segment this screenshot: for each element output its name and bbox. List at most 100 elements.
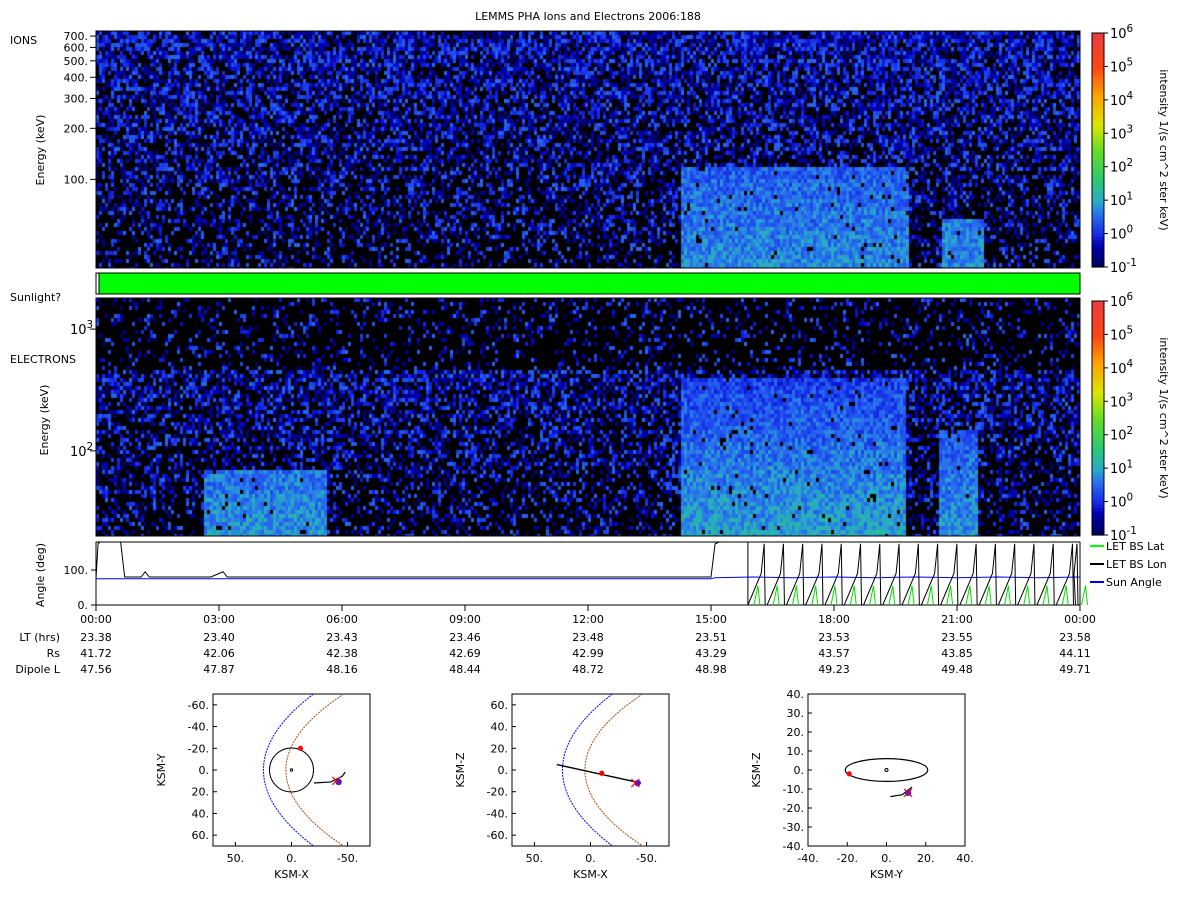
orbit-ytick-label: -60. — [188, 699, 209, 712]
ephem-row-label: Rs — [47, 647, 61, 660]
ion-ytick-label: 200. — [64, 122, 89, 135]
ephem-value: 44.11 — [1059, 647, 1091, 660]
electron-colorbar-tick-label: 106 — [1110, 291, 1133, 310]
legend-label: Sun Angle — [1106, 576, 1162, 589]
ion-spectrogram — [96, 31, 1080, 268]
orbit-xtick-label: -50. — [636, 852, 657, 865]
page-title: LEMMS PHA Ions and Electrons 2006:188 — [475, 10, 701, 23]
time-tick-label: 12:00 — [572, 613, 604, 626]
orbit-xtick-label: 0. — [286, 852, 297, 865]
ion-colorbar-tick-label: 101 — [1110, 190, 1133, 209]
angle-ytick-label: 100. — [64, 564, 89, 577]
orbit-ytick-label: -40. — [783, 840, 804, 853]
lemms-figure: LEMMS PHA Ions and Electrons 2006:188 700… — [0, 0, 1200, 900]
ephem-value: 43.57 — [818, 647, 850, 660]
red-dot-marker — [599, 770, 605, 776]
ephem-value: 47.56 — [80, 663, 112, 676]
ion-colorbar-label: intensity 1/(s cm^2 ster keV) — [1157, 69, 1170, 230]
orbit-ytick-label: -30. — [783, 821, 804, 834]
orbit-xtick-label: 50. — [227, 852, 245, 865]
orbit-ytick-label: 10. — [787, 745, 805, 758]
time-tick-label: 03:00 — [203, 613, 235, 626]
orbit-xlabel: KSM-X — [274, 868, 309, 881]
orbit-ytick-label: 20. — [491, 742, 509, 755]
ephem-value: 47.87 — [203, 663, 235, 676]
ephem-value: 23.43 — [326, 631, 358, 644]
orbit-ytick-label: -40. — [188, 721, 209, 734]
angle-ytick-label: 0. — [78, 599, 89, 612]
let-bs-lat-line — [1081, 585, 1088, 606]
ion-colorbar-tick-label: 10-1 — [1110, 257, 1137, 276]
ephem-value: 48.72 — [572, 663, 604, 676]
ephem-value: 23.38 — [80, 631, 112, 644]
ephem-value: 42.06 — [203, 647, 235, 660]
ion-colorbar-tick-label: 102 — [1110, 157, 1133, 176]
time-tick-label: 00:00 — [80, 613, 112, 626]
orbit-ytick-label: 0. — [199, 764, 210, 777]
time-tick-label: 18:00 — [818, 613, 850, 626]
orbit-ylabel: KSM-Y — [155, 753, 168, 786]
ephem-value: 23.46 — [449, 631, 481, 644]
electron-colorbar-tick-label: 101 — [1110, 458, 1133, 477]
figure-svg: LEMMS PHA Ions and Electrons 2006:188700… — [10, 10, 1170, 881]
legend-label: LET BS Lat — [1106, 540, 1165, 553]
red-dot-marker — [846, 771, 852, 777]
red-dot-marker — [297, 745, 304, 751]
orbit-xtick-label: 0. — [881, 852, 892, 865]
time-tick-label: 06:00 — [326, 613, 358, 626]
ion-ytick-label: 100. — [64, 173, 89, 186]
orbit-ytick-label: 40. — [491, 721, 509, 734]
orbit-ytick-label: 0. — [794, 764, 805, 777]
el-ylabel: Energy (keV) — [38, 385, 51, 456]
ion-ytick-label: 600. — [64, 41, 89, 54]
orbit-xtick-label: 0. — [585, 852, 596, 865]
orbit-xtick-label: -20. — [837, 852, 858, 865]
ephem-value: 23.53 — [818, 631, 850, 644]
orbit-ytick-label: -40. — [487, 807, 508, 820]
orbit-panel-frame — [212, 693, 371, 847]
sunlight-label: Sunlight? — [10, 291, 61, 304]
electron-colorbar-label: intensity 1/(s cm^2 ster keV) — [1157, 337, 1170, 498]
sunlight-bar — [95, 272, 1081, 295]
orbit-ytick-label: 30. — [787, 707, 805, 720]
orbit-ytick-label: -10. — [783, 783, 804, 796]
orbit-ytick-label: -20. — [487, 786, 508, 799]
orbit-xlabel: KSM-Y — [870, 868, 903, 881]
ephem-value: 49.71 — [1059, 663, 1091, 676]
electron-colorbar-tick-label: 105 — [1110, 325, 1133, 344]
electron-colorbar-tick-label: 103 — [1110, 391, 1133, 410]
orbit-ytick-label: 0. — [498, 764, 509, 777]
time-tick-label: 15:00 — [695, 613, 727, 626]
ions-label: IONS — [10, 34, 37, 47]
time-tick-label: 21:00 — [941, 613, 973, 626]
ion-ytick-label: 300. — [64, 92, 89, 105]
ephem-value: 23.51 — [695, 631, 727, 644]
time-tick-label: 00:00 — [1064, 613, 1096, 626]
ion-ytick-label: 500. — [64, 55, 89, 68]
ion-colorbar-tick-label: 100 — [1110, 224, 1133, 243]
ephem-value: 42.69 — [449, 647, 481, 660]
orbit-xtick-label: -50. — [337, 852, 358, 865]
orbit-ytick-label: 60. — [491, 699, 509, 712]
el-ytick-label: 102 — [70, 441, 93, 460]
time-tick-label: 09:00 — [449, 613, 481, 626]
orbit-xtick-label: 20. — [917, 852, 935, 865]
orbit-panel-frame — [511, 693, 670, 847]
el-ytick-label: 103 — [70, 319, 93, 338]
ephem-value: 48.98 — [695, 663, 727, 676]
electron-colorbar-tick-label: 102 — [1110, 425, 1133, 444]
ion-colorbar-tick-label: 105 — [1110, 57, 1133, 76]
blue-dot-marker — [335, 778, 342, 786]
ion-ytick-label: 400. — [64, 71, 89, 84]
ion-colorbar-tick-label: 103 — [1110, 123, 1133, 142]
ion-ylabel: Energy (keV) — [34, 115, 47, 186]
ephem-row-label: Dipole L — [15, 663, 61, 676]
orbit-xlabel: KSM-X — [573, 868, 608, 881]
orbit-ytick-label: 40. — [192, 807, 210, 820]
electron-colorbar-tick-label: 100 — [1110, 492, 1133, 511]
angle-ylabel: Angle (deg) — [34, 543, 47, 607]
ephem-value: 41.72 — [80, 647, 112, 660]
orbit-xtick-label: 50. — [526, 852, 544, 865]
ephem-value: 23.48 — [572, 631, 604, 644]
orbit-ytick-label: -60. — [487, 829, 508, 842]
